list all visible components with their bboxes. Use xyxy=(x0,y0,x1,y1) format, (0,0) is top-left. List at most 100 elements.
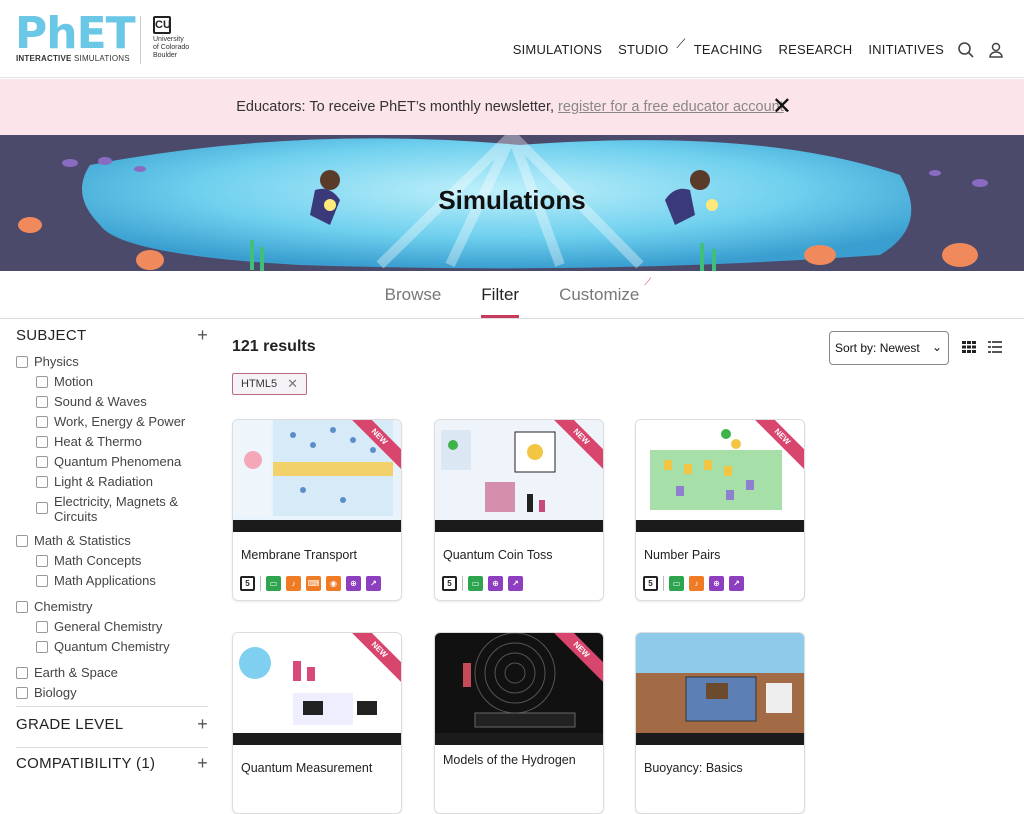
compatibility-header[interactable]: COMPATIBILITY (1) + xyxy=(16,748,208,778)
divider xyxy=(462,576,463,591)
checkbox[interactable] xyxy=(16,687,28,699)
checkbox[interactable] xyxy=(36,555,48,567)
teacher-tips-icon: ▭ xyxy=(266,576,281,591)
filter-earth-space[interactable]: Earth & Space xyxy=(16,665,208,680)
filter-electricity[interactable]: Electricity, Magnets & Circuits xyxy=(16,494,208,524)
html5-icon: 5 xyxy=(240,576,255,591)
sim-thumbnail: NEW xyxy=(233,633,401,745)
sim-card[interactable]: NEW Quantum Measurement xyxy=(232,632,402,814)
list-view-icon[interactable] xyxy=(988,340,1002,354)
sim-card[interactable]: NEW Number Pairs 5 ▭ ♪ ⊕ ↗ xyxy=(635,419,805,601)
interactive-description-icon: ↗ xyxy=(366,576,381,591)
grade-level-header[interactable]: GRADE LEVEL + xyxy=(16,707,208,741)
sim-card[interactable]: NEW Membrane Transport 5 ▭ ♪ ⌨ ◉ ⊕ ↗ xyxy=(232,419,402,601)
sim-thumbnail: NEW xyxy=(435,420,603,532)
interactive-description-icon: ↗ xyxy=(508,576,523,591)
checkbox[interactable] xyxy=(16,535,28,547)
newsletter-banner: Educators: To receive PhET’s monthly new… xyxy=(0,79,1024,135)
filter-heat-thermo[interactable]: Heat & Thermo xyxy=(16,434,208,449)
checkbox[interactable] xyxy=(36,416,48,428)
checkbox[interactable] xyxy=(36,502,48,514)
checkbox[interactable] xyxy=(16,601,28,613)
checkbox[interactable] xyxy=(36,436,48,448)
sim-title: Membrane Transport xyxy=(241,548,358,562)
plus-icon: + xyxy=(197,324,208,345)
zoom-icon: ⊕ xyxy=(488,576,503,591)
divider xyxy=(260,576,261,591)
active-filter-chip[interactable]: HTML5 ✕ xyxy=(232,373,307,395)
html5-icon: 5 xyxy=(442,576,457,591)
plus-icon: + xyxy=(197,713,208,734)
logo-wordmark: PhET xyxy=(15,8,136,59)
sim-card[interactable]: NEW Quantum Coin Toss 5 ▭ ⊕ ↗ xyxy=(434,419,604,601)
sim-card[interactable]: Buoyancy: Basics xyxy=(635,632,805,814)
checkbox[interactable] xyxy=(36,621,48,633)
filter-math-concepts[interactable]: Math Concepts xyxy=(16,553,208,568)
phet-logo[interactable]: PhET INTERACTIVE SIMULATIONS xyxy=(15,8,136,64)
subject-header[interactable]: SUBJECT + xyxy=(16,320,208,350)
filter-motion[interactable]: Motion xyxy=(16,374,208,389)
sim-card[interactable]: NEW Models of the Hydrogen xyxy=(434,632,604,814)
checkbox[interactable] xyxy=(36,575,48,587)
filter-chemistry[interactable]: Chemistry xyxy=(16,599,208,614)
keyboard-icon: ⌨ xyxy=(306,576,321,591)
filter-general-chemistry[interactable]: General Chemistry xyxy=(16,619,208,634)
tab-browse[interactable]: Browse xyxy=(385,271,442,318)
interactive-description-icon: ↗ xyxy=(729,576,744,591)
checkbox[interactable] xyxy=(36,396,48,408)
logo-tagline: INTERACTIVE SIMULATIONS xyxy=(16,54,130,63)
filter-work-energy[interactable]: Work, Energy & Power xyxy=(16,414,208,429)
sim-thumbnail: NEW xyxy=(435,633,603,745)
checkbox[interactable] xyxy=(36,456,48,468)
filter-biology[interactable]: Biology xyxy=(16,685,208,700)
checkbox[interactable] xyxy=(36,376,48,388)
filter-quantum-chemistry[interactable]: Quantum Chemistry xyxy=(16,639,208,654)
user-icon[interactable] xyxy=(987,41,1005,59)
register-link[interactable]: register for a free educator account xyxy=(558,99,784,115)
filter-sound-waves[interactable]: Sound & Waves xyxy=(16,394,208,409)
sim-title: Number Pairs xyxy=(644,548,721,562)
filter-math-statistics[interactable]: Math & Statistics xyxy=(16,533,208,548)
plus-icon: + xyxy=(197,752,208,773)
divider xyxy=(663,576,664,591)
checkbox[interactable] xyxy=(16,356,28,368)
remove-filter-icon[interactable]: ✕ xyxy=(287,376,298,392)
filter-light-radiation[interactable]: Light & Radiation xyxy=(16,474,208,489)
cu-boulder-logo[interactable]: CU University of Colorado Boulder xyxy=(140,16,200,64)
nav-initiatives[interactable]: INITIATIVES xyxy=(868,42,944,58)
filter-physics[interactable]: Physics xyxy=(16,354,208,369)
tab-filter[interactable]: Filter xyxy=(481,271,519,318)
checkbox[interactable] xyxy=(16,667,28,679)
filter-math-applications[interactable]: Math Applications xyxy=(16,573,208,588)
sim-title: Buoyancy: Basics xyxy=(644,761,743,775)
chevron-down-icon: ⌄ xyxy=(931,340,942,354)
sim-thumbnail xyxy=(636,633,804,745)
voicing-icon: ◉ xyxy=(326,576,341,591)
sound-icon: ♪ xyxy=(286,576,301,591)
page-title: Simulations xyxy=(438,185,586,215)
feature-icons: 5 ▭ ⊕ ↗ xyxy=(442,576,523,591)
tab-customize[interactable]: Customize ⟋ xyxy=(559,271,651,318)
close-icon[interactable]: ✕ xyxy=(772,95,792,119)
view-tabs: Browse Filter Customize ⟋ xyxy=(0,271,1024,319)
html5-icon: 5 xyxy=(643,576,658,591)
zoom-icon: ⊕ xyxy=(709,576,724,591)
nav-teaching[interactable]: TEACHING xyxy=(694,42,763,58)
cu-icon: CU xyxy=(153,16,171,34)
new-spark-icon: ⟋ xyxy=(676,36,686,51)
site-header: PhET INTERACTIVE SIMULATIONS CU Universi… xyxy=(0,0,1024,78)
nav-research[interactable]: RESEARCH xyxy=(779,42,853,58)
grid-view-icon[interactable] xyxy=(962,340,976,354)
checkbox[interactable] xyxy=(36,641,48,653)
search-icon[interactable] xyxy=(957,41,975,59)
sort-select[interactable]: Sort by: Newest ⌄ xyxy=(829,331,949,365)
nav-studio[interactable]: STUDIO ⟋ xyxy=(618,36,685,58)
sim-thumbnail: NEW xyxy=(636,420,804,532)
filter-quantum-phenomena[interactable]: Quantum Phenomena xyxy=(16,454,208,469)
zoom-icon: ⊕ xyxy=(346,576,361,591)
checkbox[interactable] xyxy=(36,476,48,488)
sim-title: Quantum Coin Toss xyxy=(443,548,553,562)
results-count: 121 results xyxy=(232,338,316,355)
nav-simulations[interactable]: SIMULATIONS xyxy=(513,42,602,58)
sound-icon: ♪ xyxy=(689,576,704,591)
